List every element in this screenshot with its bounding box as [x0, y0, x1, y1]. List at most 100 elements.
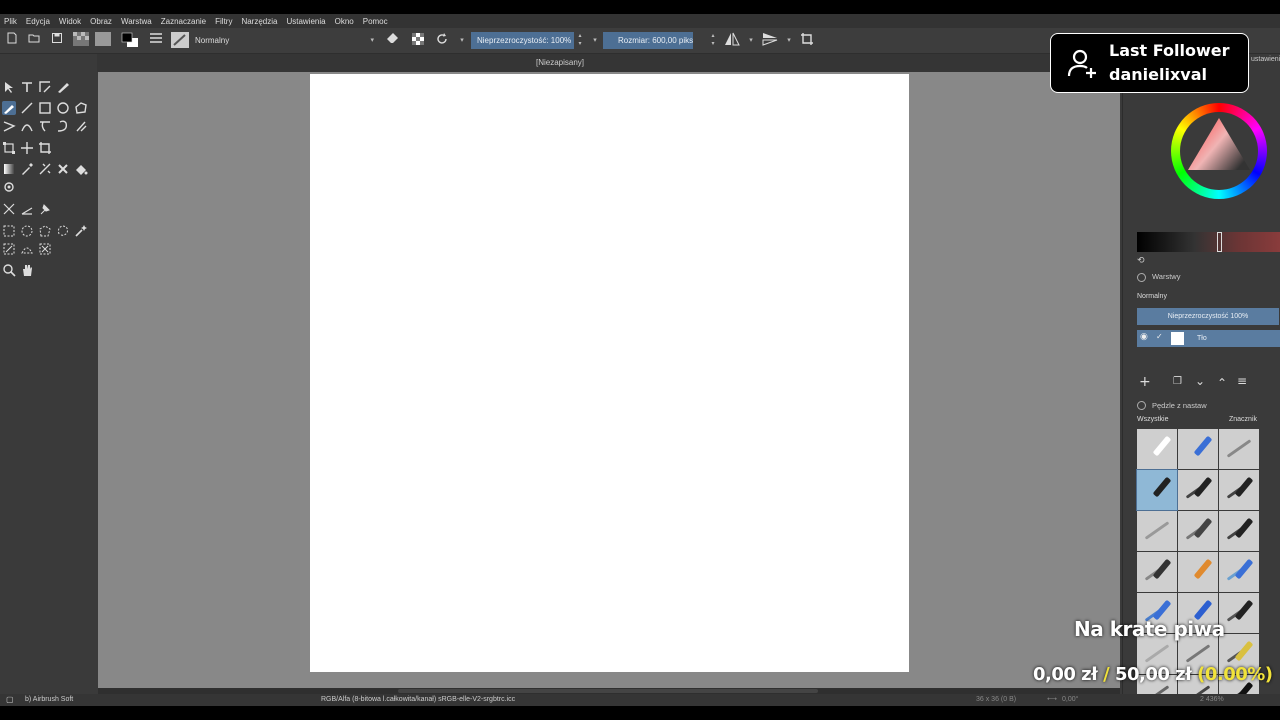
menu-edit[interactable]: Edycja	[26, 17, 50, 26]
brush-preset[interactable]	[1178, 552, 1218, 592]
rotation-angle[interactable]: 0,00°	[1062, 694, 1078, 706]
current-brush-name[interactable]: b) Airbrush Soft	[25, 694, 73, 706]
gradient-swatch-icon[interactable]	[73, 32, 89, 48]
brush-preset[interactable]	[1178, 511, 1218, 551]
color-wheel[interactable]	[1171, 103, 1267, 199]
move-down-icon[interactable]: ⌄	[1195, 374, 1205, 388]
document-tab[interactable]: [Niezapisany]	[0, 54, 1120, 72]
brush-status-icon[interactable]: ▢	[6, 694, 14, 706]
chevron-down-icon[interactable]: ▾	[781, 32, 797, 48]
layers-opacity-slider[interactable]: Nieprzezroczystość 100%	[1137, 308, 1279, 325]
text-tool-icon[interactable]	[20, 80, 34, 94]
menu-view[interactable]: Widok	[59, 17, 81, 26]
polyline-tool-icon[interactable]	[2, 119, 16, 133]
move-tool-icon[interactable]	[20, 141, 34, 155]
chevron-down-icon[interactable]: ▾	[743, 32, 759, 48]
canvas-area[interactable]	[98, 72, 1120, 688]
refresh-icon[interactable]: ⟲	[1137, 256, 1145, 266]
dock-tab-settings[interactable]: ustawieni	[1251, 56, 1280, 63]
brush-preset[interactable]	[1219, 429, 1259, 469]
multibrush-icon[interactable]	[74, 119, 88, 133]
rect-select-icon[interactable]	[2, 224, 16, 238]
add-layer-icon[interactable]: +	[1139, 374, 1151, 390]
scroll-thumb[interactable]	[398, 689, 818, 693]
pan-tool-icon[interactable]	[20, 263, 34, 277]
ellipse-select-icon[interactable]	[20, 224, 34, 238]
brush-preset[interactable]	[1219, 593, 1259, 633]
color-slider-handle[interactable]	[1217, 232, 1222, 252]
brush-preset[interactable]	[1137, 511, 1177, 551]
zoom-level[interactable]: 2 436%	[1200, 694, 1224, 706]
polygon-tool-icon[interactable]	[74, 101, 88, 115]
freehand-select-icon[interactable]	[56, 224, 70, 238]
crop-icon[interactable]	[799, 32, 815, 48]
measure-tool-icon[interactable]	[2, 202, 16, 216]
chevron-down-icon[interactable]: ▾	[587, 32, 603, 48]
reload-icon[interactable]	[434, 32, 450, 48]
line-tool-icon[interactable]	[20, 101, 34, 115]
menu-help[interactable]: Pomoc	[363, 17, 388, 26]
magic-wand-icon[interactable]	[74, 224, 88, 238]
brush-settings-icon[interactable]	[148, 32, 164, 48]
calligraphy-icon[interactable]	[56, 80, 70, 94]
menu-settings[interactable]: Ustawienia	[286, 17, 325, 26]
menu-file[interactable]: Plik	[4, 17, 17, 26]
brush-preset[interactable]	[1137, 429, 1177, 469]
brush-preset-icon[interactable]	[171, 32, 189, 48]
color-slider[interactable]	[1137, 232, 1280, 252]
layer-menu-icon[interactable]: ≡	[1237, 374, 1247, 388]
size-slider[interactable]: Rozmiar: 600,00 piks	[603, 32, 693, 49]
brushes-tag[interactable]: Znacznik	[1229, 414, 1257, 426]
opacity-slider[interactable]: Nieprzezroczystość: 100%	[471, 32, 574, 49]
pin-tool-icon[interactable]	[38, 202, 52, 216]
pattern-swatch-icon[interactable]	[95, 32, 111, 48]
mirror-vertical-icon[interactable]	[762, 32, 778, 48]
crop-tool-icon[interactable]	[38, 141, 52, 155]
color-swatch-icon[interactable]	[121, 32, 138, 48]
layers-blend-select[interactable]: Normalny	[1137, 290, 1280, 303]
gradient-tool-icon[interactable]	[2, 162, 16, 176]
rectangle-tool-icon[interactable]	[38, 101, 52, 115]
blend-mode-select[interactable]: Normalny ▾	[192, 33, 378, 48]
move-up-icon[interactable]: ⌃	[1217, 376, 1227, 390]
ruler-tool-icon[interactable]	[20, 202, 34, 216]
new-document-icon[interactable]	[4, 32, 20, 48]
transform-tool-icon[interactable]	[2, 141, 16, 155]
brush-preset[interactable]	[1178, 470, 1218, 510]
eraser-icon[interactable]	[385, 32, 401, 48]
brush-preset[interactable]	[1219, 511, 1259, 551]
polygon-select-icon[interactable]	[38, 224, 52, 238]
open-folder-icon[interactable]	[26, 32, 42, 48]
canvas-paper[interactable]	[310, 74, 909, 672]
similar-select-icon[interactable]	[2, 242, 16, 256]
size-spin[interactable]: ▴ ▾	[708, 32, 718, 49]
magnetic-select-icon[interactable]	[38, 242, 52, 256]
menu-filters[interactable]: Filtry	[215, 17, 232, 26]
opacity-spin[interactable]: ▴ ▾	[575, 32, 585, 49]
save-icon[interactable]	[49, 32, 65, 48]
reference-tool-icon[interactable]	[2, 180, 16, 194]
freehand-brush-icon[interactable]	[2, 101, 16, 115]
brush-preset[interactable]	[1137, 552, 1177, 592]
brush-preset[interactable]	[1178, 429, 1218, 469]
menu-image[interactable]: Obraz	[90, 17, 112, 26]
bezier-tool-icon[interactable]	[20, 119, 34, 133]
select-shapes-icon[interactable]	[2, 80, 16, 94]
menu-tools[interactable]: Narzędzia	[241, 17, 277, 26]
duplicate-layer-icon[interactable]: ❐	[1173, 376, 1182, 387]
check-icon[interactable]: ✓	[1156, 332, 1163, 341]
eye-icon[interactable]: ◉	[1140, 332, 1148, 342]
zoom-tool-icon[interactable]	[2, 263, 16, 277]
rotation-icon[interactable]: ⟷	[1047, 694, 1057, 706]
freehand-path-icon[interactable]	[38, 119, 52, 133]
alpha-lock-icon[interactable]	[410, 32, 426, 48]
menu-layer[interactable]: Warstwa	[121, 17, 152, 26]
assistant-tool-icon[interactable]	[38, 162, 52, 176]
bezier-select-icon[interactable]	[20, 242, 34, 256]
brush-preset[interactable]	[1219, 470, 1259, 510]
brush-preset-active[interactable]	[1136, 469, 1178, 511]
brushes-filter[interactable]: Wszystkie Znacznik	[1137, 414, 1280, 426]
ellipse-tool-icon[interactable]	[56, 101, 70, 115]
color-triangle[interactable]	[1180, 112, 1258, 190]
color-picker-icon[interactable]	[20, 162, 34, 176]
